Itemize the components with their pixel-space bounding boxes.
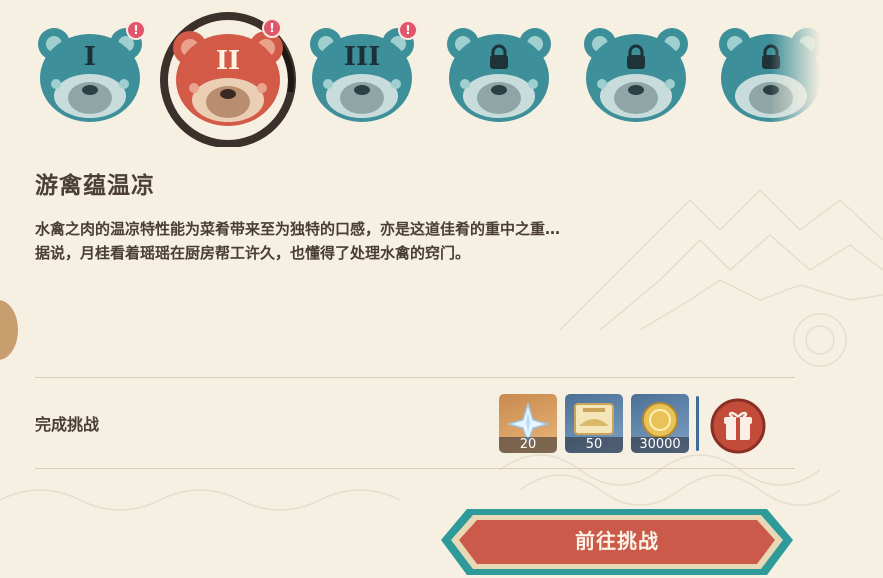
rewards-separator [696, 396, 699, 451]
new-badge: ! [262, 18, 282, 38]
stage-4-button[interactable] [443, 22, 555, 126]
reward-count: 20 [499, 437, 557, 453]
reward-mora[interactable]: 30000 [631, 394, 689, 453]
stage-numeral: III [343, 42, 381, 72]
lock-icon [627, 44, 645, 69]
stage-numeral: II [215, 46, 241, 76]
stage-1-button[interactable]: I ! [34, 20, 146, 126]
stage-5-button[interactable] [580, 22, 692, 126]
bear-head-icon [447, 28, 551, 122]
gift-icon[interactable] [709, 397, 767, 455]
go-button-label: 前往挑战 [575, 529, 659, 553]
scroll-fade [770, 0, 883, 150]
new-badge: ! [126, 20, 146, 40]
description-line: 据说，月桂看着瑶瑶在厨房帮工许久，也懂得了处理水禽的窍门。 [35, 244, 471, 262]
bear-head-icon [584, 28, 688, 122]
challenge-title: 游禽蕴温凉 [35, 173, 155, 199]
divider [35, 468, 795, 469]
stage-3-button[interactable]: III ! [306, 20, 418, 126]
stage-numeral: I [83, 42, 97, 72]
challenge-description: 水禽之肉的温凉特性能为菜肴带来至为独特的口感，亦是这道佳肴的重中之重… 据说，月… [35, 217, 795, 265]
stage-2-button[interactable]: II ! [158, 12, 298, 147]
reward-count: 30000 [631, 437, 689, 453]
reward-count: 50 [565, 437, 623, 453]
reward-primogem[interactable]: 20 [499, 394, 557, 453]
divider [35, 377, 795, 378]
new-badge: ! [398, 20, 418, 40]
lock-icon [490, 44, 508, 69]
reward-exp-book[interactable]: 50 [565, 394, 623, 453]
go-challenge-button[interactable]: 前往挑战 [437, 503, 797, 578]
description-line: 水禽之肉的温凉特性能为菜肴带来至为独特的口感，亦是这道佳肴的重中之重… [35, 220, 561, 238]
rewards-label: 完成挑战 [35, 415, 100, 434]
stage-selector: I ! II ! III ! [0, 0, 883, 150]
